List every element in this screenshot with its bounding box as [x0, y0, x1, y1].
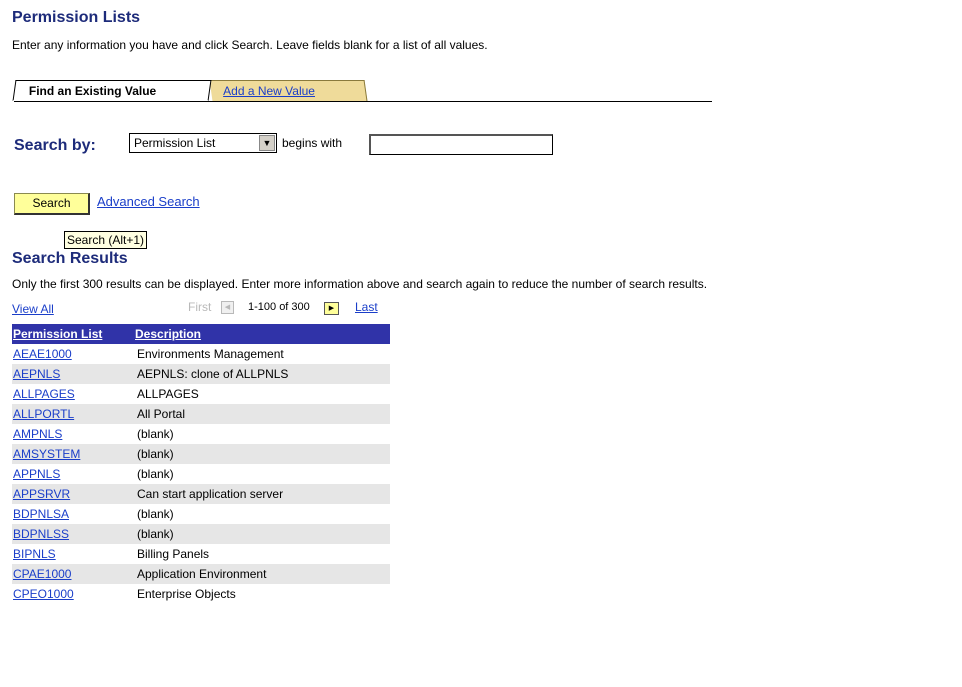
search-tooltip: Search (Alt+1) [64, 231, 148, 249]
table-row[interactable]: CPEO1000 Enterprise Objects [12, 584, 390, 604]
column-header-description[interactable]: Description [134, 324, 390, 344]
description-cell: (blank) [134, 464, 390, 484]
permission-list-cell: APPNLS [12, 464, 134, 484]
permission-list-link[interactable]: APPSRVR [13, 487, 70, 501]
permission-list-cell: CPAE1000 [12, 564, 134, 584]
table-row[interactable]: ALLPAGES ALLPAGES [12, 384, 390, 404]
page-range: 1-100 of 300 [248, 301, 310, 313]
description-cell: AEPNLS: clone of ALLPNLS [134, 364, 390, 384]
results-note: Only the first 300 results can be displa… [12, 277, 708, 291]
description-cell: Application Environment [134, 564, 390, 584]
search-field-value: Permission List [134, 136, 216, 150]
permission-list-cell: ALLPORTL [12, 404, 134, 424]
permission-list-cell: CPEO1000 [12, 584, 134, 604]
table-row[interactable]: BIPNLS Billing Panels [12, 544, 390, 564]
table-header-row: Permission List Description [12, 324, 390, 344]
search-field-select[interactable]: Permission List ▼ [129, 133, 277, 153]
description-cell: ALLPAGES [134, 384, 390, 404]
table-row[interactable]: BDPNLSA (blank) [12, 504, 390, 524]
description-cell: Environments Management [134, 344, 390, 364]
first-link: First [188, 300, 212, 314]
search-by-label: Search by: [14, 137, 96, 154]
description-cell: Enterprise Objects [134, 584, 390, 604]
permission-list-cell: AMSYSTEM [12, 444, 134, 464]
results-table: Permission List Description AEAE1000 Envi… [12, 324, 390, 604]
tab-label: Find an Existing Value [28, 84, 157, 98]
permission-list-cell: ALLPAGES [12, 384, 134, 404]
description-cell: (blank) [134, 424, 390, 444]
page-title: Permission Lists [12, 9, 141, 26]
chevron-down-icon[interactable]: ▼ [259, 135, 275, 151]
permission-list-link[interactable]: AMPNLS [13, 427, 62, 441]
permission-list-link[interactable]: AEAE1000 [13, 347, 72, 361]
last-link[interactable]: Last [355, 300, 378, 314]
description-cell: All Portal [134, 404, 390, 424]
permission-list-link[interactable]: BDPNLSS [13, 527, 69, 541]
table-row[interactable]: APPNLS (blank) [12, 464, 390, 484]
instructions-text: Enter any information you have and click… [12, 38, 488, 52]
results-body: AEAE1000 Environments Management AEPNLS AEP… [12, 344, 390, 604]
arrow-left-icon: ◀ [221, 301, 234, 314]
tab-label: Add a New Value [223, 84, 315, 98]
search-input[interactable] [369, 134, 553, 155]
advanced-search-link[interactable]: Advanced Search [97, 194, 200, 209]
description-cell: (blank) [134, 504, 390, 524]
table-row[interactable]: APPSRVR Can start application server [12, 484, 390, 504]
table-row[interactable]: BDPNLSS (blank) [12, 524, 390, 544]
table-row[interactable]: ALLPORTL All Portal [12, 404, 390, 424]
permission-list-cell: BIPNLS [12, 544, 134, 564]
permission-list-link[interactable]: APPNLS [13, 467, 60, 481]
table-row[interactable]: AEPNLS AEPNLS: clone of ALLPNLS [12, 364, 390, 384]
permission-list-cell: AEAE1000 [12, 344, 134, 364]
permission-list-link[interactable]: ALLPORTL [13, 407, 74, 421]
permission-list-cell: AEPNLS [12, 364, 134, 384]
table-row[interactable]: AMPNLS (blank) [12, 424, 390, 444]
permission-list-link[interactable]: AEPNLS [13, 367, 60, 381]
arrow-right-icon[interactable]: ▶ [324, 302, 339, 315]
permission-list-link[interactable]: BDPNLSA [13, 507, 69, 521]
permission-list-link[interactable]: BIPNLS [13, 547, 56, 561]
permission-list-link[interactable]: AMSYSTEM [13, 447, 80, 461]
table-row[interactable]: AEAE1000 Environments Management [12, 344, 390, 364]
description-cell: Billing Panels [134, 544, 390, 564]
permission-list-cell: BDPNLSA [12, 504, 134, 524]
description-cell: Can start application server [134, 484, 390, 504]
permission-list-link[interactable]: CPEO1000 [13, 587, 74, 601]
tab-add-new-value[interactable]: Add a New Value [209, 80, 368, 101]
column-header-permission-list[interactable]: Permission List [12, 324, 134, 344]
permission-list-cell: APPSRVR [12, 484, 134, 504]
description-cell: (blank) [134, 444, 390, 464]
operator-label: begins with [282, 136, 343, 150]
tab-find-existing-value[interactable]: Find an Existing Value [12, 80, 212, 101]
permission-list-link[interactable]: CPAE1000 [13, 567, 71, 581]
description-cell: (blank) [134, 524, 390, 544]
table-row[interactable]: CPAE1000 Application Environment [12, 564, 390, 584]
table-row[interactable]: AMSYSTEM (blank) [12, 444, 390, 464]
search-button[interactable]: Search [14, 193, 90, 215]
search-results-title: Search Results [12, 250, 128, 267]
view-all-link[interactable]: View All [12, 302, 54, 316]
permission-list-cell: BDPNLSS [12, 524, 134, 544]
permission-list-cell: AMPNLS [12, 424, 134, 444]
permission-list-link[interactable]: ALLPAGES [13, 387, 75, 401]
